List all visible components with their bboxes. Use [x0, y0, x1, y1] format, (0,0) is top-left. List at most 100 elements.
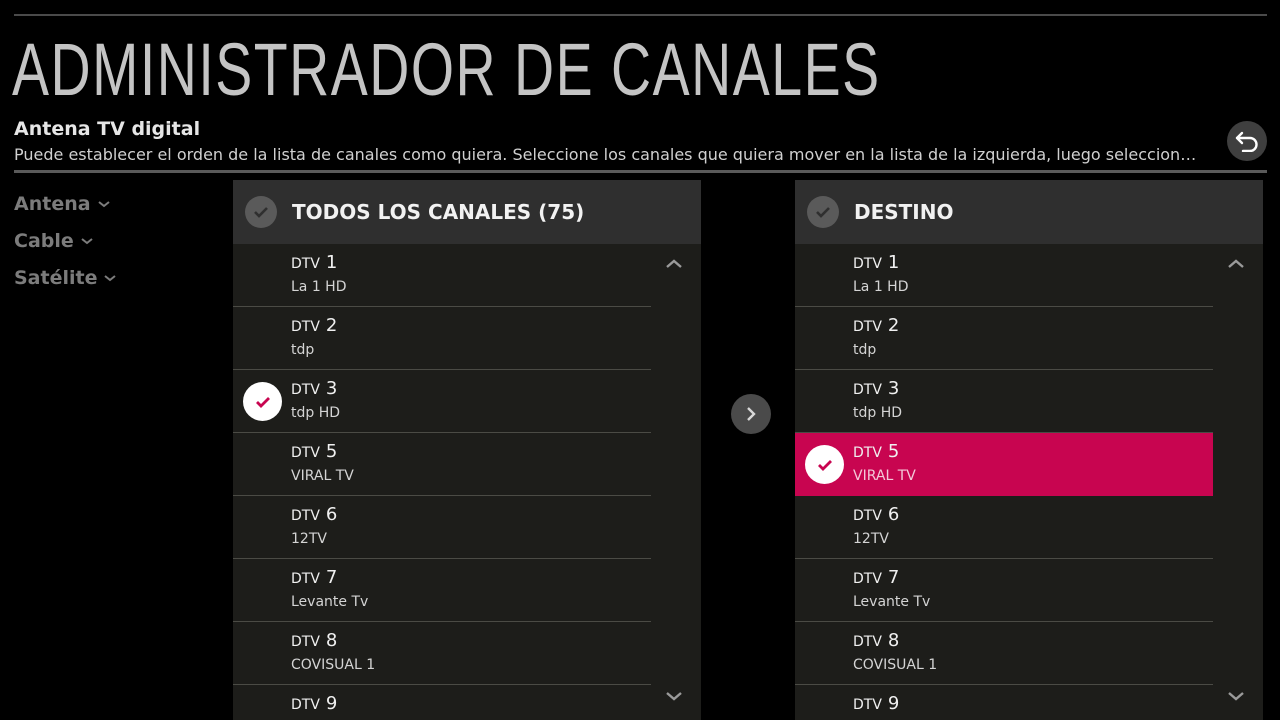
channel-id: DTV 7: [291, 567, 337, 588]
channel-row[interactable]: DTV 1 La 1 HD: [795, 244, 1213, 307]
scroll-down-button[interactable]: [663, 688, 685, 704]
channel-id: DTV 2: [853, 315, 899, 336]
source-subtitle: Antena TV digital: [14, 118, 201, 140]
channel-row[interactable]: DTV 6 12TV: [795, 496, 1213, 559]
channel-type: DTV: [853, 382, 882, 398]
channel-row[interactable]: DTV 5 VIRAL TV: [233, 433, 651, 496]
channel-type: DTV: [291, 445, 320, 461]
chevron-down-icon: [1228, 692, 1244, 701]
channel-number: 3: [325, 378, 338, 399]
chevron-up-icon: [1228, 259, 1244, 268]
channel-type: DTV: [291, 634, 320, 650]
channel-id: DTV 3: [291, 378, 337, 399]
channel-name: COVISUAL 1: [853, 657, 938, 673]
scroll-up-button[interactable]: [663, 256, 685, 272]
channel-id: DTV 9: [291, 693, 337, 714]
channel-row[interactable]: DTV 8 COVISUAL 1: [233, 622, 651, 685]
channel-name: tdp: [853, 342, 877, 358]
chevron-down-icon: [103, 273, 117, 283]
channel-row[interactable]: DTV 6 12TV: [233, 496, 651, 559]
channel-id: DTV 8: [291, 630, 337, 651]
scroll-down-button[interactable]: [1225, 688, 1247, 704]
all-channels-title: TODOS LOS CANALES (75): [292, 200, 585, 224]
channel-name: La 1 HD: [291, 279, 347, 295]
sidebar-item-satelite[interactable]: Satélite: [14, 259, 117, 296]
channel-id: DTV 1: [853, 252, 899, 273]
channel-row[interactable]: DTV 1 La 1 HD: [233, 244, 651, 307]
channel-type: DTV: [853, 634, 882, 650]
back-button[interactable]: [1227, 121, 1267, 161]
channel-row[interactable]: DTV 3 tdp HD: [233, 370, 651, 433]
channel-type: DTV: [853, 571, 882, 587]
header-divider: [14, 170, 1267, 173]
destination-panel: DESTINO DTV 1 La 1 HD DTV 2 tdp DTV 3 tdp HD DTV 5…: [795, 180, 1263, 720]
channel-number: 3: [887, 378, 900, 399]
channel-number: 2: [887, 315, 900, 336]
channel-row[interactable]: DTV 9: [795, 685, 1213, 720]
channel-number: 8: [887, 630, 900, 651]
page-title: ADMINISTRADOR DE CANALES: [12, 28, 881, 111]
channel-id: DTV 2: [291, 315, 337, 336]
channel-type: DTV: [291, 571, 320, 587]
channel-type: DTV: [291, 319, 320, 335]
channel-row[interactable]: DTV 9: [233, 685, 651, 720]
select-all-checkbox[interactable]: [807, 196, 839, 228]
channel-id: DTV 3: [853, 378, 899, 399]
channel-row[interactable]: DTV 2 tdp: [795, 307, 1213, 370]
channel-type: DTV: [853, 445, 882, 461]
instructions-text: Puede establecer el orden de la lista de…: [14, 145, 1204, 164]
all-channels-list: DTV 1 La 1 HD DTV 2 tdp DTV 3 tdp HD DTV 5 VIRAL TV…: [233, 244, 651, 720]
destination-title: DESTINO: [854, 200, 954, 224]
sidebar-item-cable[interactable]: Cable: [14, 222, 117, 259]
channel-row[interactable]: DTV 7 Levante Tv: [795, 559, 1213, 622]
channel-id: DTV 5: [853, 441, 899, 462]
sidebar-item-label: Cable: [14, 229, 74, 252]
channel-id: DTV 8: [853, 630, 899, 651]
channel-number: 7: [887, 567, 900, 588]
all-channels-panel: TODOS LOS CANALES (75) DTV 1 La 1 HD DTV 2 td…: [233, 180, 701, 720]
channel-name: Levante Tv: [853, 594, 931, 610]
row-checkbox[interactable]: [243, 382, 282, 421]
destination-header: DESTINO: [795, 180, 1263, 244]
channel-name: tdp HD: [291, 405, 341, 421]
channel-number: 5: [325, 441, 338, 462]
channel-type: DTV: [853, 256, 882, 272]
channel-number: 7: [325, 567, 338, 588]
destination-list: DTV 1 La 1 HD DTV 2 tdp DTV 3 tdp HD DTV 5 VIRAL TV…: [795, 244, 1213, 720]
select-all-checkbox[interactable]: [245, 196, 277, 228]
channel-name: Levante Tv: [291, 594, 369, 610]
channel-number: 1: [887, 252, 900, 273]
checkmark-icon: [817, 459, 832, 471]
channel-number: 5: [887, 441, 900, 462]
channel-row[interactable]: DTV 3 tdp HD: [795, 370, 1213, 433]
channel-row[interactable]: DTV 2 tdp: [233, 307, 651, 370]
channel-name: VIRAL TV: [853, 468, 916, 484]
sidebar-item-label: Satélite: [14, 266, 98, 289]
row-checkbox[interactable]: [805, 445, 844, 484]
channel-type: DTV: [291, 256, 320, 272]
channel-row[interactable]: DTV 7 Levante Tv: [233, 559, 651, 622]
channel-number: 6: [325, 504, 338, 525]
channel-row[interactable]: DTV 8 COVISUAL 1: [795, 622, 1213, 685]
sidebar: Antena Cable Satélite: [14, 185, 117, 296]
channel-type: DTV: [853, 319, 882, 335]
chevron-down-icon: [97, 199, 111, 209]
move-channels-button[interactable]: [731, 394, 771, 434]
channel-name: 12TV: [853, 531, 889, 547]
channel-name: 12TV: [291, 531, 327, 547]
checkmark-icon: [255, 396, 270, 408]
scroll-up-button[interactable]: [1225, 256, 1247, 272]
channel-type: DTV: [291, 382, 320, 398]
channel-name: La 1 HD: [853, 279, 909, 295]
channel-id: DTV 5: [291, 441, 337, 462]
sidebar-item-antena[interactable]: Antena: [14, 185, 117, 222]
channel-row[interactable]: DTV 5 VIRAL TV: [795, 433, 1213, 496]
channel-number: 6: [887, 504, 900, 525]
channel-id: DTV 7: [853, 567, 899, 588]
channel-id: DTV 9: [853, 693, 899, 714]
sidebar-item-label: Antena: [14, 192, 91, 215]
top-divider: [14, 14, 1267, 16]
channel-name: tdp: [291, 342, 315, 358]
chevron-right-icon: [747, 407, 756, 421]
channel-number: 9: [887, 693, 900, 714]
